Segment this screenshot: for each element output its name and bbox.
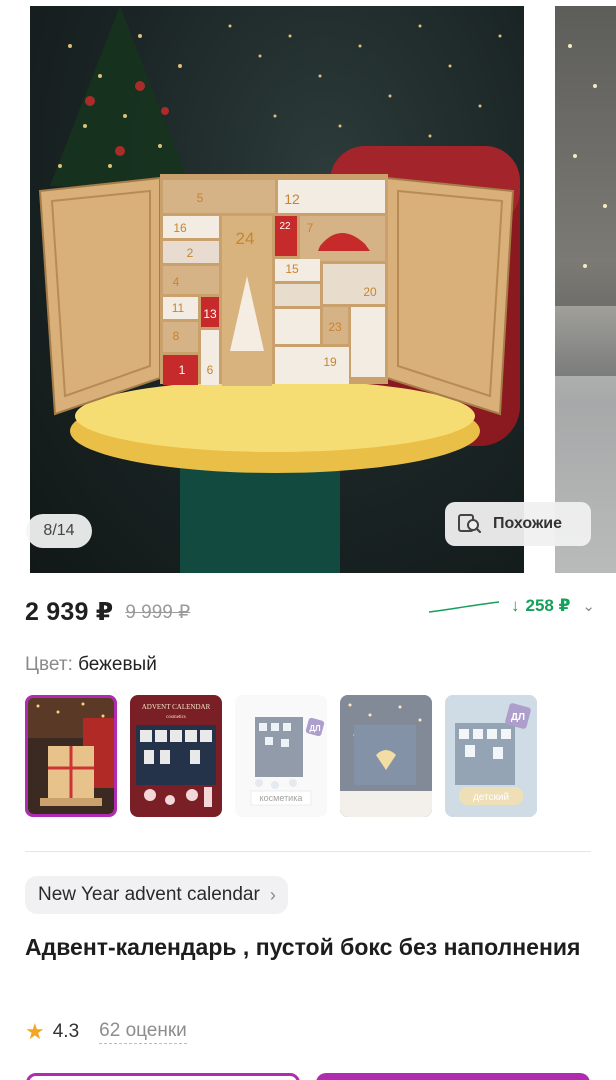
color-label: Цвет: <box>25 654 73 675</box>
svg-text:cosmetics: cosmetics <box>166 715 186 720</box>
svg-text:2: 2 <box>187 246 194 260</box>
similar-products-button[interactable]: Похожие <box>445 502 591 546</box>
swatch-advent-cosmetics[interactable]: ADVENT CALENDAR cosmetics <box>130 695 222 817</box>
rating-value: 4.3 <box>52 1021 80 1042</box>
svg-text:11: 11 <box>172 301 185 315</box>
svg-text:косметика: косметика <box>260 793 303 803</box>
image-search-icon <box>458 514 482 534</box>
svg-text:24: 24 <box>236 229 255 248</box>
current-price: 2 939 ₽ <box>25 598 114 626</box>
brand-label: New Year advent calendar <box>38 884 260 905</box>
swatch-kids-image: ДЛ детский <box>445 695 537 817</box>
reviews-link[interactable]: 62 оценки <box>99 1020 187 1044</box>
price-drop-arrow-icon: ↓ <box>511 596 520 615</box>
svg-text:22: 22 <box>279 221 291 232</box>
price-row: 2 939 ₽ 9 999 ₽ ↓ 258 ₽ ⌄ <box>25 592 595 632</box>
svg-text:13: 13 <box>203 307 217 321</box>
svg-text:ДЛ: ДЛ <box>309 724 321 733</box>
svg-text:19: 19 <box>323 355 337 369</box>
swatch-beige[interactable] <box>25 695 117 817</box>
rating-row: ★ 4.3 62 оценки <box>25 1020 187 1044</box>
svg-text:6: 6 <box>207 363 214 377</box>
price-trend-sparkline <box>428 601 500 613</box>
swatch-kids[interactable]: ДЛ детский <box>445 695 537 817</box>
similar-products-label: Похожие <box>493 515 563 532</box>
section-divider <box>25 851 591 852</box>
svg-text:15: 15 <box>285 262 299 276</box>
gallery-image-next[interactable] <box>555 6 616 573</box>
swatch-advent-cosmetics-image: ADVENT CALENDAR cosmetics <box>130 695 222 817</box>
svg-text:детский: детский <box>473 792 509 803</box>
swatch-cosmetics[interactable]: ДЛ косметика <box>235 695 327 817</box>
color-value: бежевый <box>78 654 157 675</box>
star-icon: ★ <box>25 1019 45 1044</box>
swatch-cosmetics-image: ДЛ косметика <box>235 695 327 817</box>
svg-text:7: 7 <box>307 221 314 235</box>
svg-text:5: 5 <box>197 191 204 205</box>
chevron-right-icon: › <box>269 884 276 905</box>
advent-calendar-photo: 5 12 16 2 24 22 7 4 15 11 20 8 13 23 1 6… <box>38 6 520 573</box>
next-photo-preview <box>555 6 616 573</box>
product-title: Адвент-календарь , пустой бокс без напол… <box>25 934 581 960</box>
svg-text:23: 23 <box>328 320 342 334</box>
swatch-night-image <box>340 695 432 817</box>
color-selector-label: Цвет: бежевый <box>25 654 157 676</box>
svg-text:12: 12 <box>284 191 300 207</box>
color-swatches: ADVENT CALENDAR cosmetics ДЛ косметика Д… <box>25 695 537 817</box>
swatch-beige-image <box>28 698 114 814</box>
secondary-action-button[interactable] <box>26 1073 300 1080</box>
price-drop-value: 258 ₽ <box>525 596 571 615</box>
svg-text:4: 4 <box>173 275 180 289</box>
svg-text:1: 1 <box>179 363 186 377</box>
primary-action-button[interactable] <box>316 1073 590 1080</box>
gallery-counter: 8/14 <box>26 514 92 548</box>
bottom-action-bar <box>0 1073 616 1080</box>
chevron-down-icon: ⌄ <box>582 598 595 615</box>
swatch-night[interactable] <box>340 695 432 817</box>
price-history-toggle[interactable]: ↓ 258 ₽ ⌄ <box>427 596 595 616</box>
svg-text:16: 16 <box>173 221 187 235</box>
product-gallery[interactable]: 5 12 16 2 24 22 7 4 15 11 20 8 13 23 1 6… <box>0 0 616 575</box>
old-price: 9 999 ₽ <box>125 601 191 623</box>
svg-text:20: 20 <box>363 285 377 299</box>
gallery-image-main[interactable]: 5 12 16 2 24 22 7 4 15 11 20 8 13 23 1 6… <box>30 6 524 573</box>
svg-text:8: 8 <box>173 329 180 343</box>
brand-link[interactable]: New Year advent calendar › <box>25 876 288 914</box>
svg-text:ДЛ: ДЛ <box>511 712 525 723</box>
svg-text:ADVENT CALENDAR: ADVENT CALENDAR <box>142 703 211 711</box>
